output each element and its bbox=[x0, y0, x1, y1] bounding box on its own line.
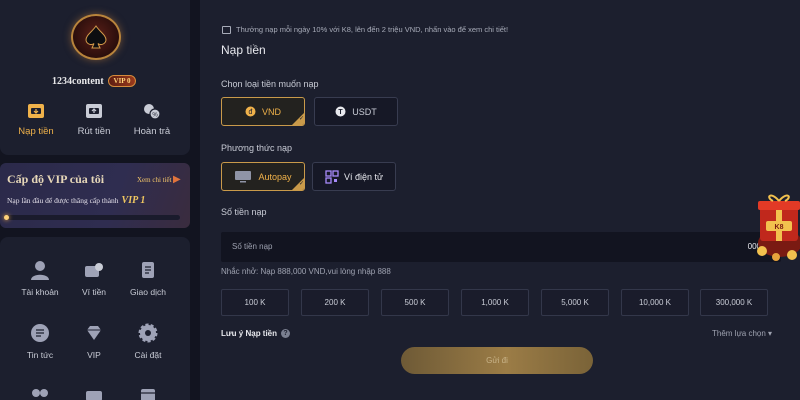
svg-text:%: % bbox=[152, 113, 158, 119]
amount-chip[interactable]: 10,000 K bbox=[621, 289, 689, 316]
deposit-panel: Thưởng nạp mỗi ngày 10% với K8, lên đến … bbox=[200, 0, 800, 400]
method-label: Phương thức nạp bbox=[221, 143, 292, 153]
card-icon bbox=[86, 391, 102, 400]
currency-label: Chọn loại tiền muốn nạp bbox=[221, 79, 319, 89]
spade-logo-icon bbox=[85, 25, 107, 49]
profile-card: 1234content VIP 0 Nạp tiền Rút tiền % Ho… bbox=[0, 0, 190, 155]
method-ewallet-label: Ví điện tử bbox=[343, 171, 384, 182]
vip-badge: VIP 0 bbox=[108, 75, 136, 87]
method-ewallet-option[interactable]: Ví điện tử bbox=[312, 162, 396, 191]
method-autopay-label: Autopay bbox=[258, 171, 292, 182]
vnd-coin-icon: đ bbox=[245, 106, 256, 117]
selected-check-icon bbox=[292, 113, 304, 125]
vip-level-card: Cấp độ VIP của tôi Xem chi tiết ▶ Nạp lầ… bbox=[0, 163, 190, 228]
amount-chip[interactable]: 1,000 K bbox=[461, 289, 529, 316]
transactions-icon bbox=[142, 262, 154, 278]
avatar[interactable] bbox=[71, 14, 121, 60]
help-icon: ? bbox=[281, 329, 291, 338]
currency-vnd-label: VND bbox=[261, 106, 281, 117]
usdt-coin-icon: T bbox=[335, 106, 346, 117]
quick-withdraw[interactable]: Rút tiền bbox=[64, 100, 124, 137]
menu-transactions[interactable]: Giao dịch bbox=[120, 259, 176, 297]
menu-users[interactable] bbox=[12, 385, 68, 400]
selected-check-icon bbox=[292, 178, 304, 190]
vip-progress-bar bbox=[6, 215, 180, 220]
news-icon bbox=[31, 324, 49, 342]
promo-gift-box-icon[interactable]: K8 bbox=[752, 183, 800, 263]
amount-label: Số tiền nạp bbox=[221, 207, 267, 217]
quick-rebate-label: Hoàn trả bbox=[133, 126, 171, 137]
amount-chip[interactable]: 300,000 K bbox=[700, 289, 768, 316]
more-options-toggle[interactable]: Thêm lựa chọn ▾ bbox=[712, 329, 772, 338]
withdraw-icon bbox=[86, 104, 102, 118]
menu-settings-label: Cài đặt bbox=[134, 350, 162, 360]
menu-news[interactable]: Tin tức bbox=[12, 322, 68, 360]
svg-text:T: T bbox=[339, 109, 344, 116]
vip-title: Cấp độ VIP của tôi bbox=[7, 172, 105, 186]
promo-notice[interactable]: Thưởng nạp mỗi ngày 10% với K8, lên đến … bbox=[222, 25, 508, 34]
username: 1234content bbox=[52, 76, 104, 87]
menu-account-label: Tài khoản bbox=[21, 287, 59, 297]
amount-chip[interactable]: 200 K bbox=[301, 289, 369, 316]
amount-chip[interactable]: 5,000 K bbox=[541, 289, 609, 316]
deposit-note-text: Lưu ý Nạp tiền bbox=[221, 329, 278, 338]
vip-detail-link[interactable]: Xem chi tiết bbox=[137, 176, 172, 184]
currency-usdt-label: USDT bbox=[352, 106, 377, 117]
quick-withdraw-label: Rút tiền bbox=[77, 126, 111, 137]
menu-account[interactable]: Tài khoản bbox=[12, 259, 68, 297]
menu-calendar[interactable] bbox=[120, 385, 176, 400]
quick-deposit[interactable]: Nạp tiền bbox=[6, 100, 66, 137]
deposit-icon bbox=[28, 104, 44, 118]
calendar-icon bbox=[141, 389, 155, 400]
wallet-icon bbox=[85, 263, 103, 277]
amount-reminder: Nhắc nhở: Nạp 888,000 VND,vui lòng nhập … bbox=[221, 267, 391, 276]
gift-icon: ▶ bbox=[173, 174, 181, 185]
svg-text:K8: K8 bbox=[775, 224, 784, 231]
qr-code-icon bbox=[325, 169, 339, 184]
menu-settings[interactable]: Cài đặt bbox=[120, 322, 176, 360]
vip-upgrade-label: Nạp lần đầu để được thăng cấp thành bbox=[7, 196, 119, 205]
menu-vip[interactable]: VIP bbox=[66, 322, 122, 360]
account-icon bbox=[31, 261, 49, 280]
amount-chip[interactable]: 500 K bbox=[381, 289, 449, 316]
currency-vnd-option[interactable]: đ VND bbox=[221, 97, 305, 126]
menu-card-item[interactable] bbox=[66, 385, 122, 400]
quick-rebate[interactable]: % Hoàn trả bbox=[122, 100, 182, 137]
settings-icon bbox=[138, 323, 158, 343]
rebate-icon: % bbox=[144, 104, 161, 120]
page-title: Nạp tiền bbox=[221, 43, 266, 57]
deposit-note-label[interactable]: Lưu ý Nạp tiền ? bbox=[221, 329, 291, 338]
amount-chip[interactable]: 100 K bbox=[221, 289, 289, 316]
submit-button[interactable]: Gửi đi bbox=[401, 347, 593, 374]
menu-news-label: Tin tức bbox=[26, 350, 54, 360]
svg-text:đ: đ bbox=[249, 109, 253, 116]
amount-placeholder: Số tiền nạp bbox=[232, 242, 273, 251]
vip-upgrade-text: Nạp lần đầu để được thăng cấp thành VIP 1 bbox=[7, 195, 145, 206]
vip-progress-marker bbox=[4, 215, 9, 220]
message-icon bbox=[222, 25, 231, 34]
vip-diamond-icon bbox=[87, 326, 101, 340]
currency-usdt-option[interactable]: T USDT bbox=[314, 97, 398, 126]
quick-deposit-label: Nạp tiền bbox=[18, 126, 54, 137]
menu-wallet-label: Ví tiền bbox=[81, 287, 107, 297]
sidebar: 1234content VIP 0 Nạp tiền Rút tiền % Ho… bbox=[0, 0, 200, 400]
vip-next-level: VIP 1 bbox=[121, 195, 146, 206]
menu-vip-label: VIP bbox=[87, 350, 101, 360]
promo-notice-text: Thưởng nạp mỗi ngày 10% với K8, lên đến … bbox=[236, 25, 509, 34]
menu-transactions-label: Giao dịch bbox=[130, 287, 166, 297]
amount-input[interactable]: Số tiền nạp 000 bbox=[221, 232, 781, 262]
monitor-icon bbox=[235, 171, 252, 183]
menu-wallet[interactable]: Ví tiền bbox=[66, 259, 122, 297]
users-icon bbox=[32, 389, 48, 397]
menu-card: Tài khoản Ví tiền Giao dịch Tin tức VIP bbox=[0, 237, 190, 400]
method-autopay-option[interactable]: Autopay bbox=[221, 162, 305, 191]
